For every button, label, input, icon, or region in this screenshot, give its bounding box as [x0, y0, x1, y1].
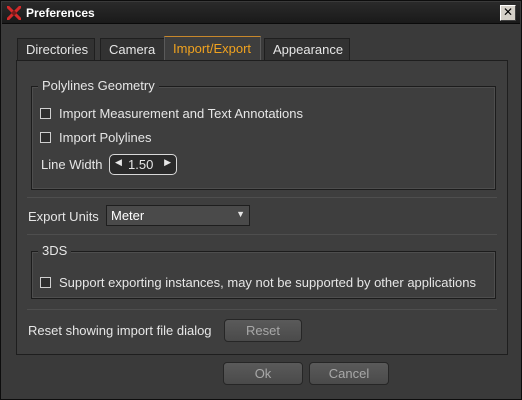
import-annotations-checkbox-row[interactable]: Import Measurement and Text Annotations — [40, 106, 303, 121]
close-button[interactable]: ✕ — [500, 5, 516, 21]
app-logo-icon — [7, 6, 21, 20]
tab-import-export[interactable]: Import/Export — [164, 36, 261, 61]
preferences-window: Preferences ✕ Directories Camera Import/… — [0, 0, 522, 400]
separator — [27, 197, 497, 198]
import-annotations-checkbox[interactable] — [40, 108, 51, 119]
chevron-down-icon: ▼ — [236, 209, 245, 219]
import-annotations-label: Import Measurement and Text Annotations — [59, 106, 304, 121]
separator — [27, 309, 497, 310]
3ds-title: 3DS — [38, 243, 72, 258]
line-width-label: Line Width — [41, 157, 103, 172]
ok-button[interactable]: Ok — [223, 362, 303, 385]
separator — [27, 234, 497, 235]
export-units-value: Meter — [111, 208, 145, 223]
window-title: Preferences — [26, 6, 95, 20]
export-units-label: Export Units — [28, 209, 99, 224]
triangle-right-icon[interactable]: ▶ — [164, 157, 171, 168]
line-width-value[interactable]: 1.50 — [128, 157, 153, 172]
export-units-dropdown[interactable]: Meter ▼ — [106, 205, 250, 226]
tab-directories[interactable]: Directories — [17, 38, 95, 61]
import-polylines-checkbox[interactable] — [40, 132, 51, 143]
polylines-geometry-title: Polylines Geometry — [38, 78, 159, 93]
support-instances-checkbox-row[interactable]: Support exporting instances, may not be … — [40, 275, 476, 290]
import-export-panel: Polylines Geometry Import Measurement an… — [16, 60, 508, 355]
tab-camera[interactable]: Camera — [100, 38, 172, 61]
title-bar: Preferences ✕ — [2, 2, 520, 24]
polylines-geometry-group: Polylines Geometry Import Measurement an… — [31, 78, 496, 190]
3ds-group: 3DS Support exporting instances, may not… — [31, 243, 496, 299]
line-width-spinbox[interactable]: ◀ 1.50 ▶ — [109, 154, 177, 175]
support-instances-label: Support exporting instances, may not be … — [59, 275, 476, 290]
import-polylines-label: Import Polylines — [59, 130, 152, 145]
triangle-left-icon[interactable]: ◀ — [115, 157, 122, 168]
close-icon: ✕ — [502, 5, 514, 19]
reset-button[interactable]: Reset — [224, 319, 302, 342]
import-polylines-checkbox-row[interactable]: Import Polylines — [40, 130, 151, 145]
tab-appearance[interactable]: Appearance — [264, 38, 350, 61]
cancel-button[interactable]: Cancel — [309, 362, 389, 385]
support-instances-checkbox[interactable] — [40, 277, 51, 288]
reset-import-dialog-label: Reset showing import file dialog — [28, 323, 212, 338]
